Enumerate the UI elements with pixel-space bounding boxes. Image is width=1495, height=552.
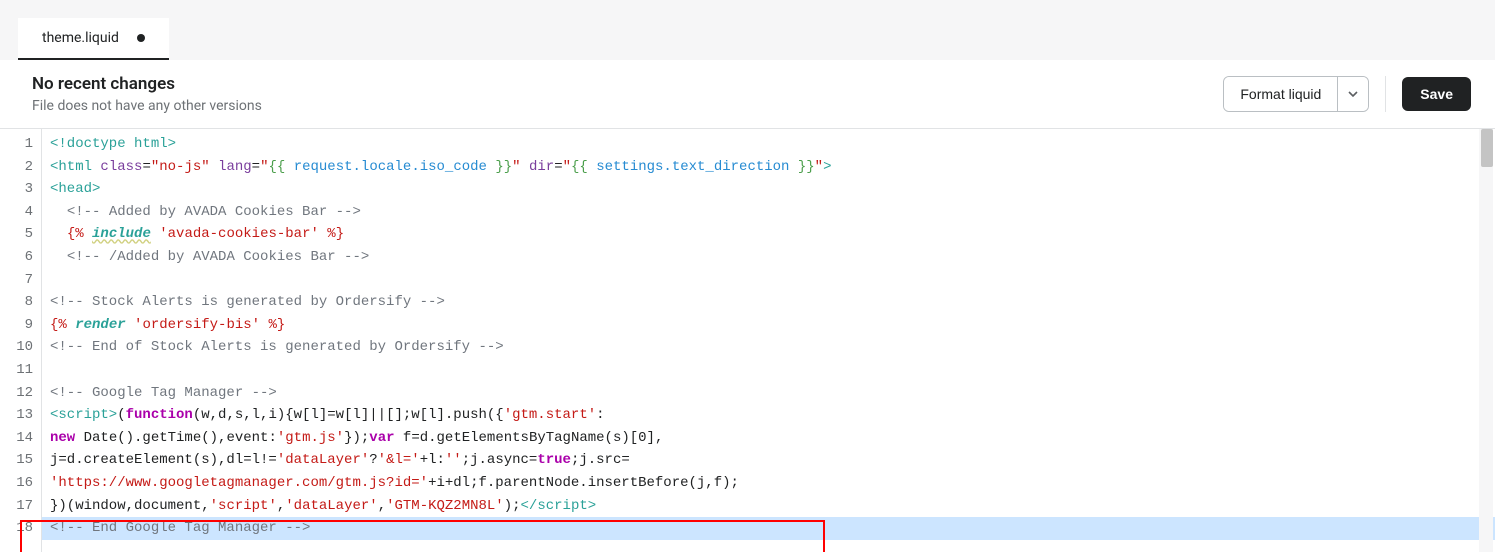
header-subtitle: File does not have any other versions [32, 98, 262, 114]
save-button[interactable]: Save [1402, 77, 1471, 111]
code-line[interactable]: {% include 'avada-cookies-bar' %} [42, 223, 1495, 246]
code-line[interactable]: 'https://www.googletagmanager.com/gtm.js… [42, 472, 1495, 495]
editor-area: 123456789101112131415161718 <!doctype ht… [0, 129, 1495, 552]
line-number: 12 [0, 382, 41, 405]
line-number: 15 [0, 449, 41, 472]
code-line[interactable]: <!-- End of Stock Alerts is generated by… [42, 336, 1495, 359]
line-number: 14 [0, 427, 41, 450]
format-dropdown-button[interactable] [1337, 77, 1368, 111]
tab-theme-liquid[interactable]: theme.liquid [18, 18, 169, 60]
line-number: 11 [0, 359, 41, 382]
line-number: 6 [0, 246, 41, 269]
code-line[interactable]: <script>(function(w,d,s,l,i){w[l]=w[l]||… [42, 404, 1495, 427]
format-button-group: Format liquid [1223, 76, 1369, 112]
header-bar: No recent changes File does not have any… [0, 60, 1495, 129]
line-number: 1 [0, 133, 41, 156]
editor-container: theme.liquid No recent changes File does… [0, 0, 1495, 552]
code-line[interactable]: <!-- Stock Alerts is generated by Orders… [42, 291, 1495, 314]
line-number: 3 [0, 178, 41, 201]
code-line[interactable]: <!doctype html> [42, 133, 1495, 156]
line-number: 13 [0, 404, 41, 427]
line-number-gutter: 123456789101112131415161718 [0, 129, 42, 552]
line-number: 18 [0, 517, 41, 540]
line-number: 9 [0, 314, 41, 337]
code-line[interactable]: new Date().getTime(),event:'gtm.js'});va… [42, 427, 1495, 450]
tab-filename: theme.liquid [42, 30, 119, 46]
line-number: 16 [0, 472, 41, 495]
line-number: 10 [0, 336, 41, 359]
code-line[interactable]: j=d.createElement(s),dl=l!='dataLayer'?'… [42, 449, 1495, 472]
editor-scroll[interactable]: 123456789101112131415161718 <!doctype ht… [0, 129, 1495, 552]
code-line[interactable] [42, 269, 1495, 292]
header-left: No recent changes File does not have any… [32, 74, 262, 114]
chevron-down-icon [1348, 89, 1358, 99]
scrollbar-thumb[interactable] [1481, 129, 1493, 167]
line-number: 2 [0, 156, 41, 179]
format-liquid-button[interactable]: Format liquid [1224, 77, 1337, 111]
code-line[interactable]: <!-- End Google Tag Manager --> [42, 517, 1495, 540]
header-right: Format liquid Save [1223, 76, 1471, 112]
header-title: No recent changes [32, 74, 262, 94]
code-line[interactable]: <!-- Added by AVADA Cookies Bar --> [42, 201, 1495, 224]
code-line[interactable]: <!-- Google Tag Manager --> [42, 382, 1495, 405]
line-number: 4 [0, 201, 41, 224]
code-line[interactable]: <!-- /Added by AVADA Cookies Bar --> [42, 246, 1495, 269]
line-number: 7 [0, 269, 41, 292]
code-line[interactable]: <head> [42, 178, 1495, 201]
code-line[interactable]: {% render 'ordersify-bis' %} [42, 314, 1495, 337]
scrollbar-track[interactable] [1479, 129, 1493, 552]
line-number: 5 [0, 223, 41, 246]
vertical-divider [1385, 76, 1386, 112]
line-number: 17 [0, 495, 41, 518]
line-number: 8 [0, 291, 41, 314]
code-line[interactable]: <html class="no-js" lang="{{ request.loc… [42, 156, 1495, 179]
code-line[interactable] [42, 359, 1495, 382]
code-content[interactable]: <!doctype html><html class="no-js" lang=… [42, 129, 1495, 552]
unsaved-dot-icon [137, 34, 145, 42]
tabs-bar: theme.liquid [0, 0, 1495, 60]
code-line[interactable]: })(window,document,'script','dataLayer',… [42, 495, 1495, 518]
